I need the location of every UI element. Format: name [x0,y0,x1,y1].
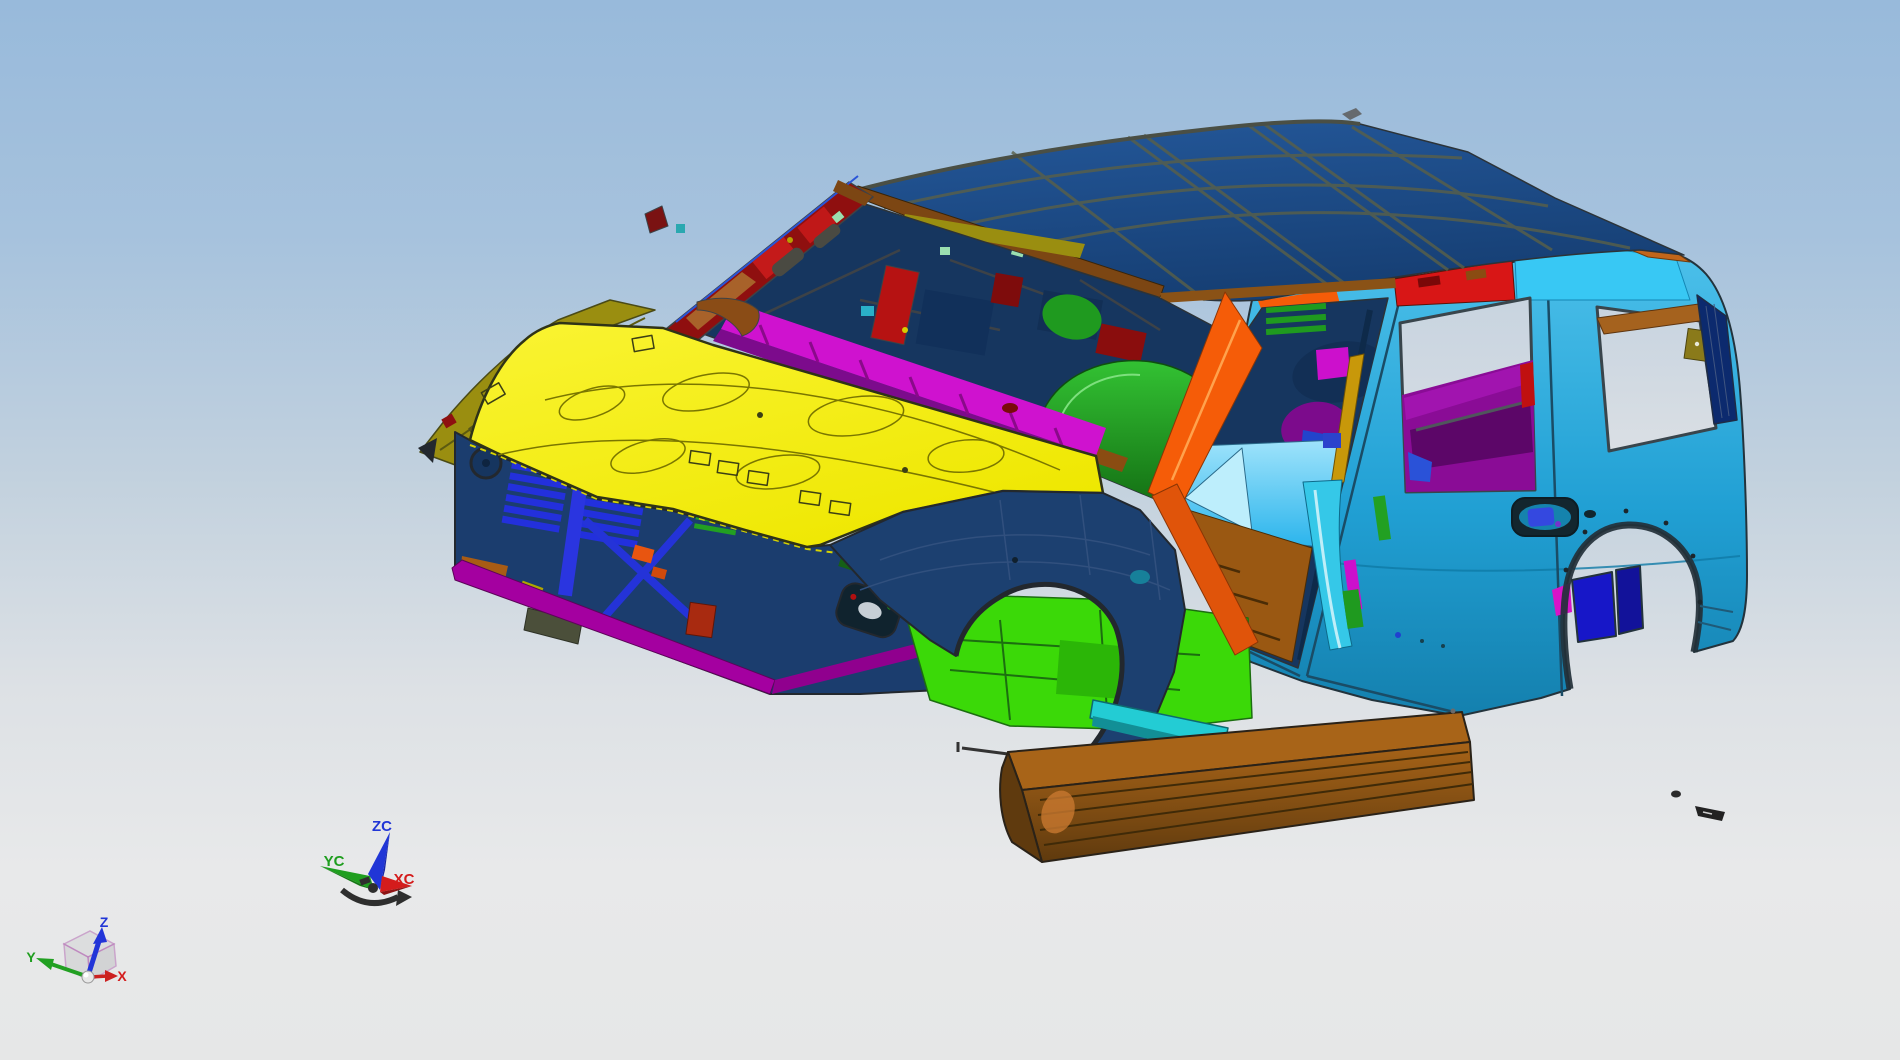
far-chip-red [644,205,669,234]
viewport-3d[interactable]: ZC YC XC Z Y X [0,0,1900,1060]
cowl-dot [902,327,908,333]
cowl-cyan-chip [861,306,874,316]
abs-y-arrowhead [36,958,54,970]
plate-hole [1694,341,1700,347]
fender-bolt [1012,557,1018,563]
mint-chip [940,247,950,255]
hood-bolt [757,412,763,418]
bpillar-blue-chip [1323,433,1341,448]
wcs-triad[interactable]: ZC YC XC [320,818,415,907]
roof-antenna [1342,108,1362,120]
headlamp-dot [482,459,490,467]
wcs-z-label: ZC [372,818,392,835]
hood-bolt [902,467,908,473]
olive-dot [787,237,793,243]
side-bolt [1420,639,1424,643]
abs-z-label: Z [100,914,109,930]
part-rust-block[interactable] [685,601,717,639]
trim-red-chip [1520,362,1535,408]
quarter-window[interactable] [1595,302,1718,453]
part-fuel-tank[interactable] [1571,571,1617,643]
far-chip-teal [676,224,685,233]
wcs-origin-handle[interactable] [368,883,378,893]
debris [1450,708,1725,821]
abs-x-arrowhead [105,970,118,982]
fender-hole [1130,570,1150,584]
abs-x-label: X [117,968,127,984]
cowl-red [1002,403,1018,413]
car-body-model[interactable] [418,108,1748,863]
part-fuel-tank-2[interactable] [1615,565,1644,635]
wcs-x-label: XC [394,871,415,888]
abs-origin-sphere [81,970,95,984]
dark-red-block [990,272,1024,308]
abs-y-label: Y [26,949,36,965]
abs-origin-glint [83,972,89,978]
side-bolt [1441,644,1445,648]
bpillar-magenta-top [1316,347,1350,380]
wcs-rotate-arrowhead[interactable] [396,890,412,906]
rod [961,746,1009,756]
rear-door-window[interactable] [1398,296,1537,494]
wcs-y-label: YC [324,853,345,870]
side-bolt [1395,632,1401,638]
abs-triad: Z Y X [26,914,127,984]
green-slat-top [1265,302,1327,336]
